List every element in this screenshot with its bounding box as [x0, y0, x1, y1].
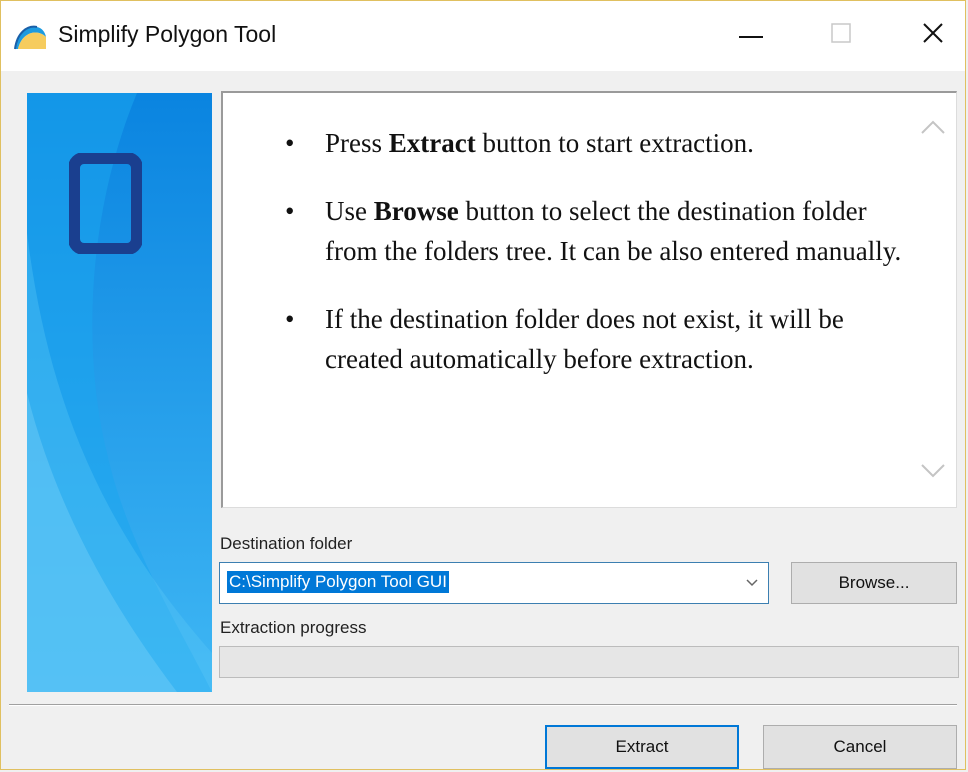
scroll-down-button[interactable]: [918, 463, 948, 483]
scroll-up-button[interactable]: [918, 119, 948, 139]
cancel-button[interactable]: Cancel: [763, 725, 957, 769]
chevron-down-icon[interactable]: [744, 575, 760, 591]
destination-folder-combo[interactable]: C:\Simplify Polygon Tool GUI: [219, 562, 769, 604]
instructions-panel: Press Extract button to start extraction…: [221, 91, 957, 508]
title-bar[interactable]: Simplify Polygon Tool: [1, 1, 965, 71]
extract-button[interactable]: Extract: [545, 725, 739, 769]
installer-window: Simplify Polygon Tool • Press Extract bu…: [0, 0, 966, 770]
footer-divider: [9, 704, 957, 706]
minimize-icon: [739, 26, 763, 44]
maximize-button[interactable]: [811, 9, 871, 61]
browse-button[interactable]: Browse...: [791, 562, 957, 604]
maximize-icon: [831, 22, 851, 48]
instruction-item: If the destination folder does not exist…: [285, 299, 905, 379]
instruction-item: Use Browse button to select the destinat…: [285, 191, 905, 271]
minimize-button[interactable]: [721, 9, 781, 61]
extract-button-label: Extract: [615, 737, 669, 756]
logo-square-icon: [68, 152, 143, 259]
cancel-button-label: Cancel: [833, 737, 887, 756]
extraction-progress-bar: [219, 646, 959, 678]
destination-folder-value[interactable]: C:\Simplify Polygon Tool GUI: [227, 571, 449, 593]
window-title: Simplify Polygon Tool: [58, 21, 277, 47]
app-logo-icon: [13, 23, 47, 51]
extraction-progress-label: Extraction progress: [220, 618, 367, 637]
instructions-list: Press Extract button to start extraction…: [285, 123, 905, 407]
instruction-item: Press Extract button to start extraction…: [285, 123, 905, 163]
browse-button-label: Browse...: [838, 573, 910, 592]
chevron-down-icon: [920, 463, 946, 484]
close-icon: [922, 22, 944, 49]
chevron-up-icon: [920, 119, 946, 140]
close-button[interactable]: [903, 9, 963, 61]
destination-folder-label: Destination folder: [220, 534, 353, 553]
side-banner: [27, 93, 212, 692]
